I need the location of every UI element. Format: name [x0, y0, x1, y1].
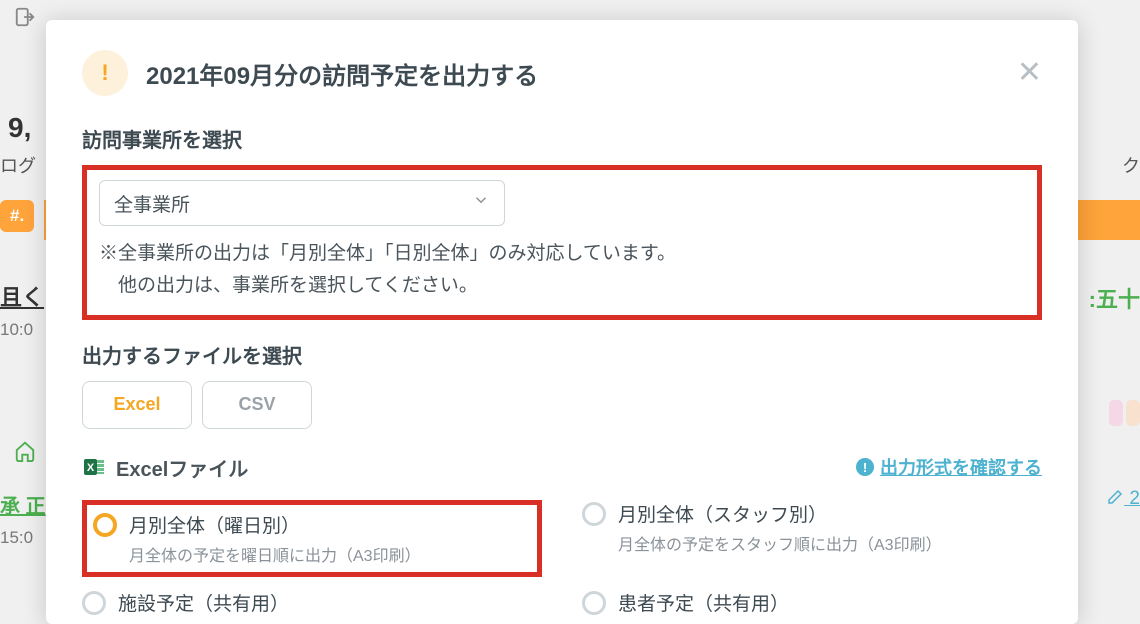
modal-title: 2021年09月分の訪問予定を出力する	[146, 56, 999, 91]
option-texts: 月別全体（曜日別） 月全体の予定を曜日順に出力（A3印刷）	[129, 511, 421, 566]
office-note: ※全事業所の出力は「月別全体」「日別全体」のみ対応しています。 他の出力は、事業…	[99, 238, 1025, 303]
bg-date: 9,	[8, 112, 31, 144]
export-modal: ! 2021年09月分の訪問予定を出力する ✕ 訪問事業所を選択 全事業所 ※全…	[46, 20, 1078, 624]
annotation-option-box: 月別全体（曜日別） 月全体の予定を曜日順に出力（A3印刷）	[82, 500, 542, 577]
exit-icon	[14, 6, 36, 28]
radio-icon	[93, 513, 117, 537]
option-monthly-staff[interactable]: 月別全体（スタッフ別） 月全体の予定をスタッフ順に出力（A3印刷）	[582, 500, 1042, 577]
annotation-office-box: 全事業所 ※全事業所の出力は「月別全体」「日別全体」のみ対応しています。 他の出…	[82, 165, 1042, 320]
bg-pastel	[1106, 400, 1140, 426]
info-icon: !	[856, 458, 874, 476]
option-patient-schedule[interactable]: 患者予定（共有用） 患者ごとの月別予定を出力（A4印刷）	[582, 589, 1042, 624]
file-type-tabs: Excel CSV	[82, 381, 1042, 429]
option-monthly-weekday[interactable]: 月別全体（曜日別） 月全体の予定を曜日順に出力（A3印刷）	[93, 511, 523, 566]
confirm-format-label: 出力形式を確認する	[880, 454, 1042, 480]
tab-excel[interactable]: Excel	[82, 381, 192, 429]
option-desc: 施設ごとの月別予定を出力（A4印刷）	[118, 620, 393, 624]
office-note-line1: ※全事業所の出力は「月別全体」「日別全体」のみ対応しています。	[99, 243, 676, 264]
option-desc: 月全体の予定を曜日順に出力（A3印刷）	[129, 542, 421, 566]
option-title: 月別全体（曜日別）	[129, 511, 421, 538]
option-texts: 施設予定（共有用） 施設ごとの月別予定を出力（A4印刷）	[118, 589, 393, 624]
file-heading: Excelファイル	[116, 453, 248, 482]
radio-icon	[582, 502, 606, 526]
confirm-format-link[interactable]: ! 出力形式を確認する	[856, 454, 1042, 480]
option-desc: 患者ごとの月別予定を出力（A4印刷）	[618, 620, 893, 624]
svg-text:X: X	[87, 462, 95, 474]
bg-edit-link: 2	[1106, 488, 1140, 510]
chevron-down-icon	[472, 191, 490, 215]
bg-edit-text: 2	[1129, 488, 1140, 509]
close-button[interactable]: ✕	[1017, 58, 1042, 88]
export-options: 月別全体（曜日別） 月全体の予定を曜日順に出力（A3印刷） 月別全体（スタッフ別…	[82, 500, 1042, 624]
office-select-value: 全事業所	[114, 190, 190, 217]
modal-header: ! 2021年09月分の訪問予定を出力する ✕	[82, 50, 1042, 96]
bg-log: ログ	[0, 152, 36, 178]
close-icon: ✕	[1017, 56, 1042, 89]
tab-csv[interactable]: CSV	[202, 381, 312, 429]
option-desc: 月全体の予定をスタッフ順に出力（A3印刷）	[618, 531, 942, 555]
bg-time-1: 10:0	[0, 320, 33, 340]
file-section-header: X Excelファイル ! 出力形式を確認する	[82, 453, 1042, 482]
option-title: 患者予定（共有用）	[618, 589, 893, 616]
option-title: 施設予定（共有用）	[118, 589, 393, 616]
file-header-left: X Excelファイル	[82, 453, 248, 482]
bg-approve: 承 正	[0, 490, 46, 519]
home-icon	[14, 440, 36, 462]
radio-icon	[82, 591, 106, 615]
excel-icon: X	[82, 455, 106, 479]
office-note-line2: 他の出力は、事業所を選択してください。	[99, 270, 1025, 302]
option-texts: 患者予定（共有用） 患者ごとの月別予定を出力（A4印刷）	[618, 589, 893, 624]
section-file-label: 出力するファイルを選択	[82, 340, 1042, 369]
pencil-icon	[1106, 488, 1124, 506]
section-office-label: 訪問事業所を選択	[82, 124, 1042, 153]
bg-tag: #.	[0, 200, 34, 232]
radio-icon	[582, 591, 606, 615]
bg-right-2: :五十	[1089, 282, 1140, 314]
option-title: 月別全体（スタッフ別）	[618, 500, 942, 527]
option-facility-schedule[interactable]: 施設予定（共有用） 施設ごとの月別予定を出力（A4印刷）	[82, 589, 542, 624]
office-select[interactable]: 全事業所	[99, 180, 505, 226]
bg-link: 且く	[0, 280, 44, 312]
bg-right-1: ク	[1122, 152, 1140, 178]
option-texts: 月別全体（スタッフ別） 月全体の予定をスタッフ順に出力（A3印刷）	[618, 500, 942, 555]
bg-time-2: 15:0	[0, 528, 33, 548]
alert-icon: !	[82, 50, 128, 96]
